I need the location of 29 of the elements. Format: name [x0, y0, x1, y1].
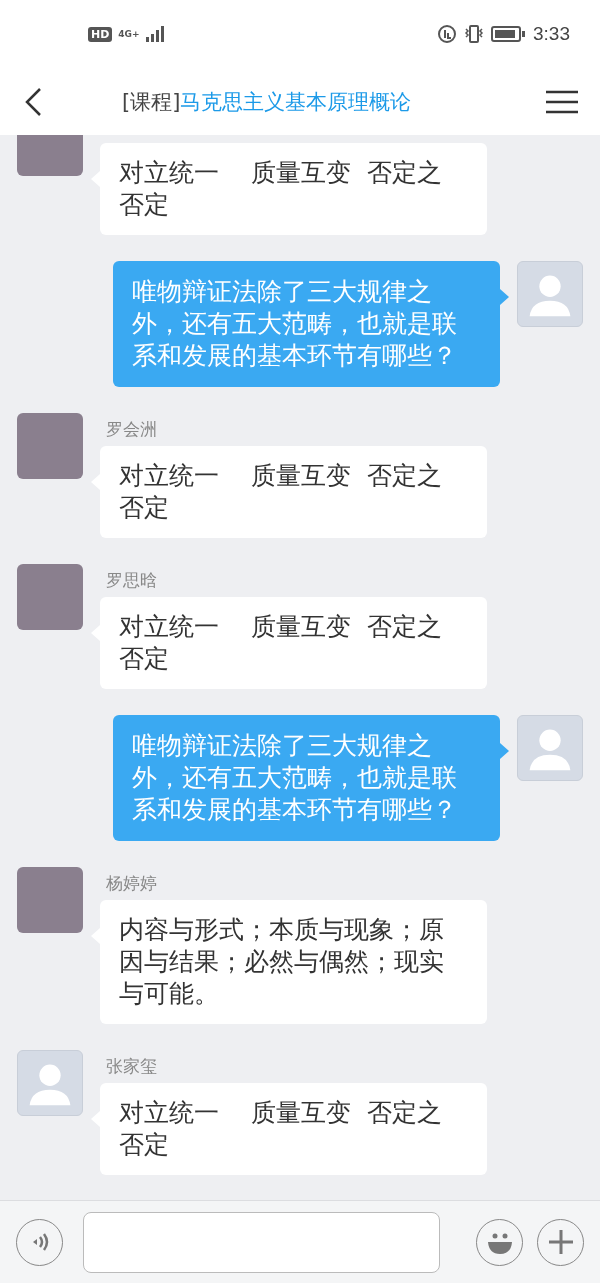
message-bubble: 内容与形式；本质与现象；原因与结果；必然与偶然；现实与可能。 — [100, 900, 487, 1024]
network-label: 4G+ — [118, 29, 140, 39]
avatar-photo-placeholder[interactable] — [17, 867, 83, 933]
back-icon[interactable] — [24, 86, 42, 117]
message-bubble: 对立统一 质量互变 否定之否定 — [100, 1083, 487, 1175]
clock-time: 3:33 — [533, 23, 570, 45]
message-bubble: 对立统一 质量互变 否定之否定 — [100, 597, 487, 689]
avatar-photo-placeholder[interactable] — [17, 564, 83, 630]
menu-icon[interactable] — [546, 89, 578, 114]
message-input-field[interactable] — [83, 1211, 440, 1273]
battery-icon — [491, 25, 525, 43]
message-bubble: 对立统一 质量互变 否定之否定 — [100, 143, 487, 235]
hd-badge: HD — [88, 26, 113, 42]
message-bubble: 唯物辩证法除了三大规律之外，还有五大范畴，也就是联系和发展的基本环节有哪些？ — [113, 261, 500, 387]
sender-name: 罗思晗 — [106, 569, 158, 592]
sender-name: 张家玺 — [106, 1055, 158, 1078]
signal-icon — [145, 26, 164, 42]
message-bubble: 对立统一 质量互变 否定之否定 — [100, 446, 487, 538]
plus-icon — [546, 1228, 575, 1256]
default-avatar[interactable] — [517, 261, 583, 327]
chat-title: 马克思主义基本原理概论 — [180, 89, 412, 114]
title-prefix: [课程] — [122, 89, 181, 114]
default-avatar[interactable] — [517, 715, 583, 781]
default-avatar[interactable] — [17, 1050, 83, 1116]
sender-name: 罗会洲 — [106, 418, 158, 441]
message-bubble: 唯物辩证法除了三大规律之外，还有五大范畴，也就是联系和发展的基本环节有哪些？ — [113, 715, 500, 841]
sender-name: 杨婷婷 — [106, 872, 158, 895]
avatar-photo-placeholder[interactable] — [17, 413, 83, 479]
vibrate-icon — [463, 24, 485, 44]
